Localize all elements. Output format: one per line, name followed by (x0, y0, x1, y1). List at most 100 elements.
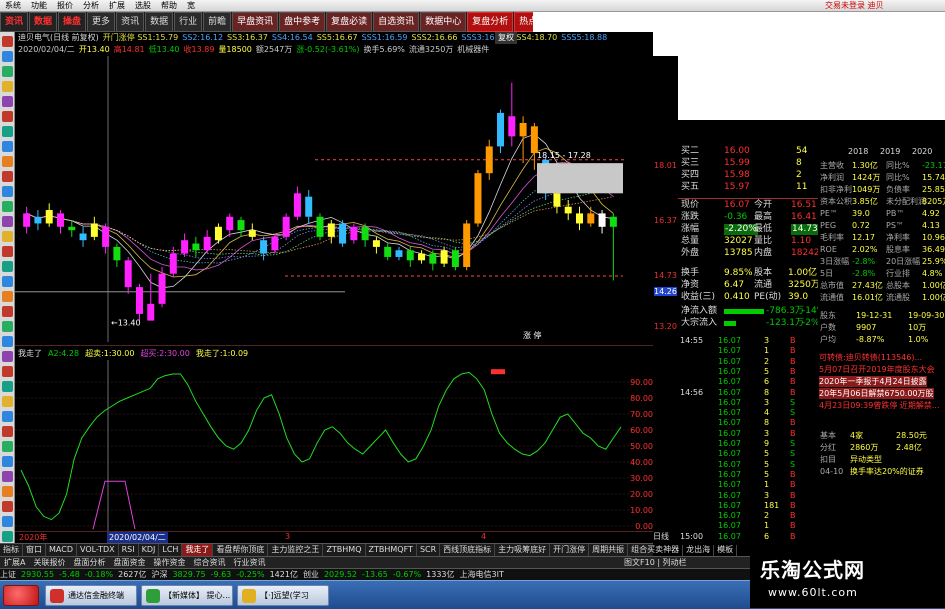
candle-body[interactable] (395, 250, 403, 257)
toolbar-tab-5[interactable]: 数据 (145, 12, 174, 32)
candle-body[interactable] (260, 240, 268, 254)
toolbar-tab-4[interactable]: 资讯 (116, 12, 145, 32)
toolbar-tab-10[interactable]: 复盘必读 (326, 12, 373, 32)
indicator-tab-12[interactable]: SCR (417, 544, 441, 556)
extension-tab-5[interactable]: 综合资讯 (189, 557, 229, 568)
candle-body[interactable] (440, 250, 448, 264)
indicator-tab-10[interactable]: ZTBHMQ (323, 544, 366, 556)
indicator-tab-4[interactable]: RSI (119, 544, 139, 556)
toolbar-tab-6[interactable]: 行业 (174, 12, 203, 32)
tool-icon[interactable] (2, 246, 13, 257)
tool-icon[interactable] (2, 111, 13, 122)
candle-body[interactable] (305, 196, 313, 217)
indicator-tab-18[interactable]: 龙出海 (683, 544, 715, 556)
tool-icon[interactable] (2, 231, 13, 242)
kline-chart[interactable]: 迪贝电气(日线 前复权) 开门涨停 SS1:15.79 SS2:16.12 SS3:1… (15, 32, 653, 342)
candle-body[interactable] (45, 210, 53, 224)
candle-body[interactable] (34, 216, 42, 224)
tool-icon[interactable] (2, 486, 13, 497)
indicator-tab-14[interactable]: 主力吸筹底好 (495, 544, 551, 556)
tool-icon[interactable] (2, 201, 13, 212)
candle-body[interactable] (181, 240, 189, 254)
candle-body[interactable] (79, 233, 87, 241)
tool-icon[interactable] (2, 96, 13, 107)
candle-body[interactable] (361, 226, 369, 241)
candle-body[interactable] (271, 236, 279, 251)
extension-tab-2[interactable]: 盘面分析 (69, 557, 109, 568)
adjust-button[interactable]: 复权 (495, 32, 517, 44)
toolbar-tab-13[interactable]: 复盘分析 (467, 12, 514, 32)
tool-icon[interactable] (2, 531, 13, 542)
f10-info-panel[interactable]: 2018 2019 2020 主营收 1.30亿同比% -23.17 净利润 1424万同比%… (818, 120, 945, 550)
tool-icon[interactable] (2, 411, 13, 422)
indicator-tab-3[interactable]: VOL-TDX (77, 544, 119, 556)
candle-body[interactable] (68, 226, 76, 231)
start-button[interactable] (3, 585, 39, 606)
tick-list[interactable]: 14:55 16.07 3 B 16.07 1 B 16.07 2 B 16.07 5 B 16.07 6 B… (678, 335, 818, 545)
candle-body[interactable] (192, 243, 200, 251)
tool-icon[interactable] (2, 501, 13, 512)
candle-body[interactable] (158, 273, 166, 304)
extension-tab-1[interactable]: 关联报价 (29, 557, 69, 568)
candle-body[interactable] (56, 213, 64, 227)
candle-body[interactable] (339, 223, 347, 244)
candle-body[interactable] (293, 193, 301, 217)
candle-body[interactable] (147, 303, 155, 321)
toolbar-tab-12[interactable]: 数据中心 (420, 12, 467, 32)
candlestick-plot[interactable]: 18.15 - 17.28 ←13.40 涨 停 (15, 56, 653, 342)
candle-body[interactable] (124, 260, 132, 288)
extension-tab-0[interactable]: 扩展A (0, 557, 29, 568)
indicator-tab-5[interactable]: KDJ (139, 544, 160, 556)
indicator-tab-8[interactable]: 看盘帮你顶底 (213, 544, 269, 556)
candle-body[interactable] (406, 250, 414, 261)
candle-body[interactable] (248, 230, 256, 237)
tool-icon[interactable] (2, 51, 13, 62)
tool-icon[interactable] (2, 516, 13, 527)
menu-item-1[interactable]: 功能 (26, 0, 52, 12)
tool-icon[interactable] (2, 216, 13, 227)
tool-icon[interactable] (2, 141, 13, 152)
candle-body[interactable] (113, 246, 121, 261)
candle-body[interactable] (226, 216, 234, 231)
candle-body[interactable] (587, 213, 595, 224)
candle-body[interactable] (90, 223, 98, 237)
toolbar-tab-9[interactable]: 盘中参考 (279, 12, 326, 32)
tool-icon[interactable] (2, 276, 13, 287)
f10-link[interactable]: 图文F10 | 列动栏 (620, 557, 691, 568)
indicator-tab-17[interactable]: 组合买卖神器 (628, 544, 684, 556)
candle-body[interactable] (564, 206, 572, 214)
indicator-tab-7[interactable]: 我走了 (182, 544, 214, 556)
extension-tab-4[interactable]: 操作资金 (149, 557, 189, 568)
taskbar-button-2[interactable]: 【·]远望(学习 (237, 585, 329, 606)
candle-body[interactable] (418, 253, 426, 261)
candle-body[interactable] (609, 216, 617, 227)
candle-body[interactable] (169, 253, 177, 274)
tool-icon[interactable] (2, 366, 13, 377)
tool-icon[interactable] (2, 126, 13, 137)
indicator-tab-16[interactable]: 周期共振 (589, 544, 629, 556)
indicator-tab-19[interactable]: 模板 (714, 544, 738, 556)
indicator-tab-6[interactable]: LCH (159, 544, 183, 556)
menu-item-7[interactable]: 宽 (182, 0, 200, 12)
candle-body[interactable] (316, 216, 324, 237)
tool-icon[interactable] (2, 321, 13, 332)
candle-body[interactable] (508, 116, 516, 137)
tool-icon[interactable] (2, 291, 13, 302)
indicator-tab-11[interactable]: ZTBHMQFT (366, 544, 417, 556)
indicator-tab-15[interactable]: 开门涨停 (550, 544, 590, 556)
tool-icon[interactable] (2, 261, 13, 272)
candle-body[interactable] (497, 112, 505, 147)
tool-icon[interactable] (2, 156, 13, 167)
extension-tab-3[interactable]: 盘面资金 (109, 557, 149, 568)
tool-icon[interactable] (2, 81, 13, 92)
tool-icon[interactable] (2, 66, 13, 77)
taskbar-button-0[interactable]: 通达信金融终端 (45, 585, 137, 606)
candle-body[interactable] (384, 246, 392, 257)
menu-item-4[interactable]: 扩展 (104, 0, 130, 12)
tool-icon[interactable] (2, 396, 13, 407)
tool-icon[interactable] (2, 36, 13, 47)
tool-icon[interactable] (2, 426, 13, 437)
candle-body[interactable] (203, 236, 211, 251)
candle-body[interactable] (237, 220, 245, 231)
candle-body[interactable] (282, 216, 290, 237)
